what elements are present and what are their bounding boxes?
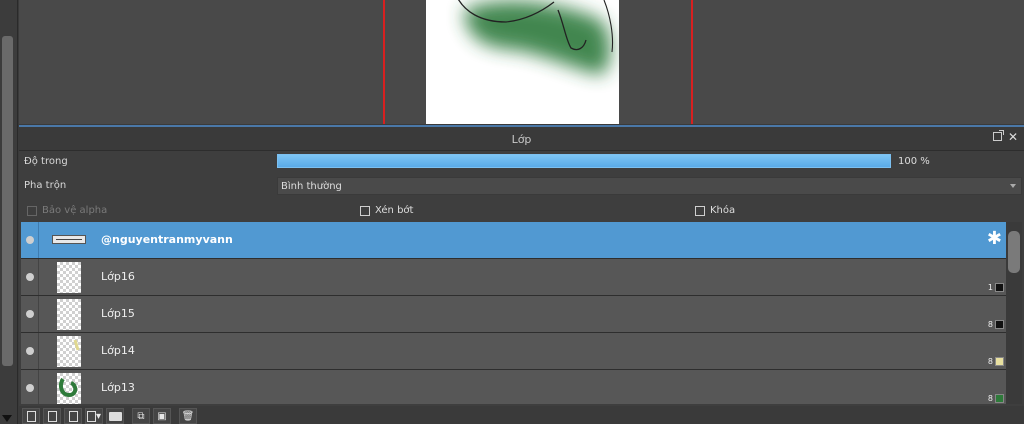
checkbox-icon [360,205,370,216]
layer-name: Lớp13 [101,381,135,394]
add-layer-icon [86,410,96,422]
layer-row[interactable]: Lớp14 8 [21,333,1006,370]
opacity-slider-fill [278,155,890,167]
checkbox-icon [695,205,705,216]
layer-name: @nguyentranmyvann [101,233,233,246]
opacity-label: Độ trong [24,156,68,167]
layer-tag-number: 1 [987,283,993,292]
layer-tag: 1 [988,283,1004,292]
add-layer-menu-button[interactable]: ▾ [85,408,103,424]
artwork [458,0,614,75]
left-scrollbar-thumb[interactable] [2,36,13,366]
gear-icon[interactable]: ✱ [987,229,1002,249]
drawing-canvas[interactable] [19,0,1024,124]
duplicate-icon: ⧉ [137,410,145,422]
layer-list-scrollbar-thumb[interactable] [1008,231,1020,273]
opacity-slider[interactable] [277,154,891,168]
divider [38,259,39,295]
opacity-row: Độ trong 100 % [19,151,1024,175]
layer-row[interactable]: Lớp16 1 [21,259,1006,296]
new-layer-icon [26,410,36,422]
layer-tag-number: 8 [987,320,993,329]
popout-icon[interactable] [992,130,1004,141]
layer-tag-number: 8 [987,394,993,403]
left-scrollbar[interactable] [0,0,18,424]
text-layer-thumbnail [52,235,86,244]
trash-icon: 🗑 [181,410,195,422]
layer-name: Lớp16 [101,270,135,283]
divider [38,296,39,332]
collapse-arrow-icon[interactable] [2,415,12,422]
visibility-eye-icon[interactable] [26,236,34,244]
blend-row: Pha trộn Bình thường [19,175,1024,199]
visibility-eye-icon[interactable] [26,273,34,281]
layer-tag: 8 [988,357,1004,366]
lock-checkbox[interactable]: Khóa [695,205,735,216]
visibility-eye-icon[interactable] [26,384,34,392]
layer-tag: 8 [988,394,1004,403]
new-1bit-layer-icon [68,410,78,422]
layer-thumbnail [57,373,81,404]
visibility-eye-icon[interactable] [26,310,34,318]
layer-tag-number: 8 [987,357,993,366]
canvas-paper[interactable] [426,0,619,124]
clipping-checkbox[interactable]: Xén bớt [360,205,413,216]
panel-title-bar: Lớp ✕ [19,127,1024,151]
clipping-label: Xén bớt [375,205,414,216]
panel-title: Lớp [511,133,532,146]
layer-color-swatch [995,394,1004,403]
lock-label: Khóa [710,205,736,216]
delete-layer-button[interactable]: 🗑 [179,408,197,424]
layer-color-swatch [995,320,1004,329]
new-layer-button[interactable] [22,408,40,424]
thumbnail-art [59,377,78,398]
thumbnail-art [73,339,80,351]
protect-alpha-checkbox[interactable]: Bảo vệ alpha [27,205,107,216]
layer-toolbar: ▾ ⧉ ▣ 🗑 [19,406,1024,424]
layer-row[interactable]: @nguyentranmyvann ✱ [21,222,1006,259]
guide-line-right [691,0,693,124]
protect-alpha-label: Bảo vệ alpha [42,205,108,216]
divider [38,370,39,404]
layer-list: @nguyentranmyvann ✱ Lớp16 1 Lớp15 8 Lớp1… [21,222,1006,404]
divider [38,333,39,369]
opacity-value: 100 % [898,156,930,167]
new-8bit-layer-button[interactable] [43,408,61,424]
blend-mode-value: Bình thường [281,181,342,192]
layer-row[interactable]: Lớp13 8 [21,370,1006,404]
guide-line-left [383,0,385,124]
checkbox-icon [27,205,37,216]
new-8bit-layer-icon [47,410,57,422]
duplicate-layer-button[interactable]: ⧉ [132,408,150,424]
merge-layer-button[interactable]: ▣ [153,408,171,424]
dropdown-arrow-icon [1010,184,1016,188]
layer-thumbnail [57,336,81,367]
layer-panel: Lớp ✕ Độ trong 100 % Pha trộn Bình thườn… [19,125,1024,424]
folder-icon [108,411,122,421]
options-row: Bảo vệ alpha Xén bớt Khóa [19,199,1024,223]
layer-thumbnail [57,262,81,293]
layer-list-scrollbar[interactable] [1006,222,1022,404]
divider [38,222,39,258]
layer-row[interactable]: Lớp15 8 [21,296,1006,333]
blend-mode-select[interactable]: Bình thường [277,177,1022,195]
close-icon[interactable]: ✕ [1008,131,1018,143]
layer-thumbnail [57,299,81,330]
visibility-eye-icon[interactable] [26,347,34,355]
layer-color-swatch [995,357,1004,366]
layer-name: Lớp15 [101,307,135,320]
layer-name: Lớp14 [101,344,135,357]
dropdown-arrow-icon: ▾ [95,410,102,422]
blend-label: Pha trộn [24,180,67,191]
layer-color-swatch [995,283,1004,292]
merge-icon: ▣ [157,410,167,422]
layer-tag: 8 [988,320,1004,329]
new-folder-button[interactable] [106,408,124,424]
new-1bit-layer-button[interactable] [64,408,82,424]
